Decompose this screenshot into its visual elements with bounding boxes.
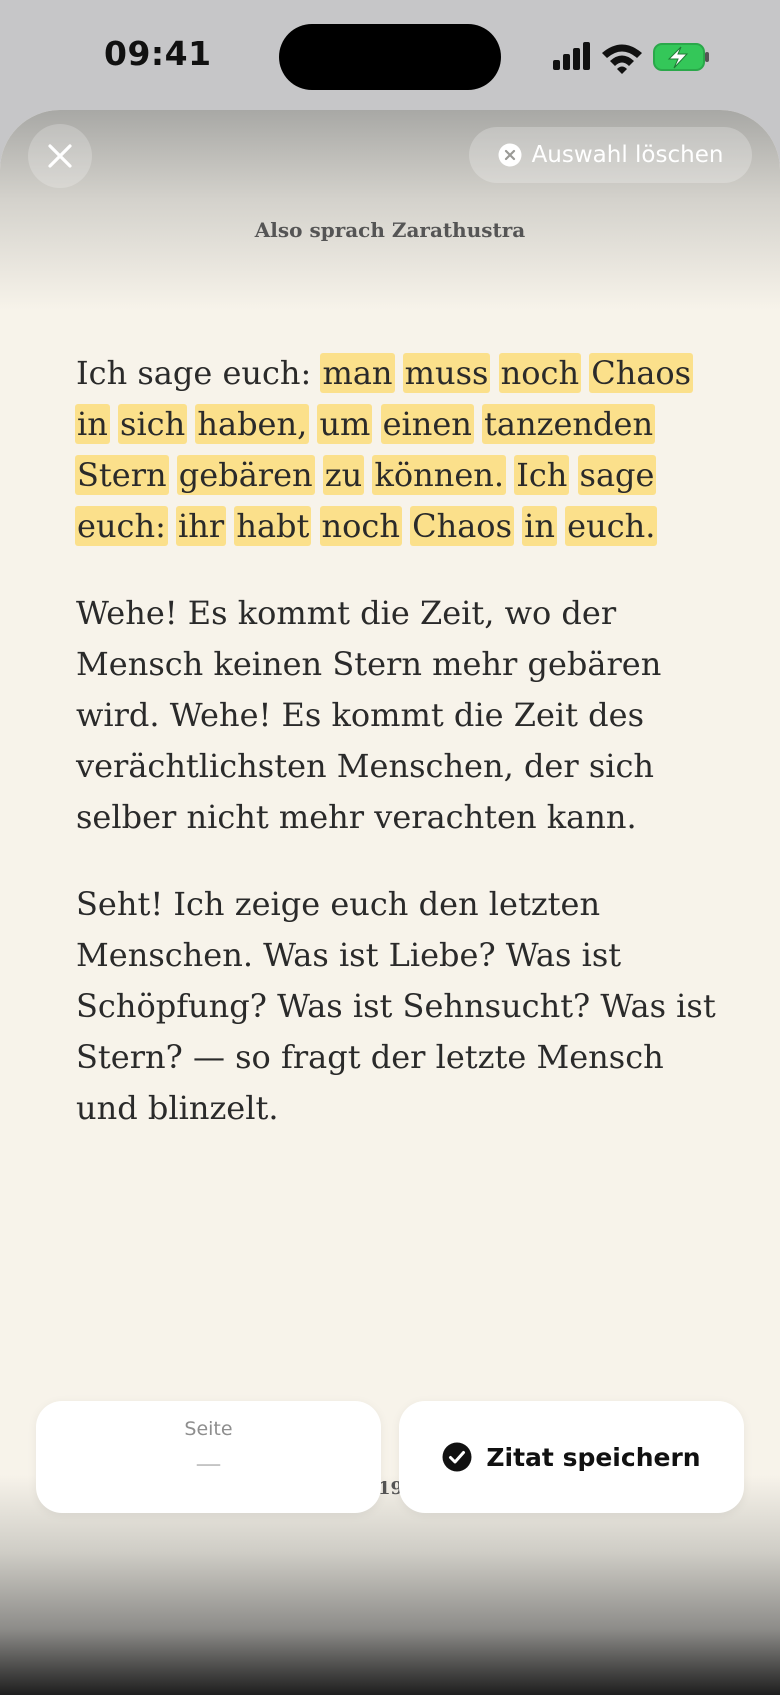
highlighted-word[interactable]: Chaos (589, 353, 694, 393)
highlighted-word[interactable]: sage (577, 455, 657, 495)
highlighted-word[interactable]: muss (402, 353, 491, 393)
paragraph-3[interactable]: Seht! Ich zeige euch den letzten Mensche… (76, 879, 716, 1134)
highlighted-word[interactable]: euch: (75, 506, 168, 546)
highlighted-word[interactable]: zu (322, 455, 365, 495)
save-quote-label: Zitat speichern (486, 1442, 701, 1472)
status-icons (553, 42, 709, 74)
highlighted-word[interactable]: sich (118, 404, 188, 444)
highlighted-word[interactable]: tanzenden (482, 404, 656, 444)
highlighted-word[interactable]: haben, (195, 404, 310, 444)
status-bar: 09:41 (0, 0, 780, 110)
check-circle-icon (442, 1442, 472, 1472)
highlighted-word[interactable]: können. (372, 455, 507, 495)
close-icon (48, 144, 72, 168)
highlighted-word[interactable]: in (75, 404, 110, 444)
highlighted-word[interactable]: man (320, 353, 395, 393)
highlighted-word[interactable]: gebären (176, 455, 315, 495)
page-input[interactable]: Seite — (36, 1401, 381, 1513)
paragraph-1-plain: Ich sage euch: (76, 354, 322, 392)
reading-text[interactable]: Ich sage euch: man muss noch Chaos in si… (75, 348, 716, 1170)
paragraph-2[interactable]: Wehe! Es kommt die Zeit, wo der Mensch k… (76, 588, 716, 843)
clear-selection-button[interactable]: Auswahl löschen (469, 127, 752, 183)
highlighted-word[interactable]: Chaos (410, 506, 514, 546)
highlighted-word[interactable]: in (522, 506, 557, 546)
battery-charging-icon (653, 43, 709, 71)
highlighted-word[interactable]: Stern (75, 455, 169, 495)
page-label: Seite (184, 1418, 233, 1440)
signal-icon (553, 42, 590, 70)
wifi-icon (602, 44, 642, 74)
clear-selection-label: Auswahl löschen (531, 142, 724, 168)
highlighted-word[interactable]: Ich (514, 455, 570, 495)
highlighted-word[interactable]: um (317, 404, 373, 444)
save-quote-button[interactable]: Zitat speichern (399, 1401, 744, 1513)
highlighted-word[interactable]: einen (380, 404, 474, 444)
dynamic-island (279, 24, 501, 90)
paragraph-1[interactable]: Ich sage euch: man muss noch Chaos in si… (75, 348, 716, 552)
highlighted-word[interactable]: noch (498, 353, 582, 393)
highlighted-word[interactable]: euch. (565, 506, 658, 546)
book-title: Also sprach Zarathustra (254, 218, 526, 242)
highlighted-word[interactable]: ihr (176, 506, 227, 546)
status-time: 09:41 (104, 34, 212, 73)
clear-circle-icon (498, 143, 522, 167)
highlighted-word[interactable]: noch (319, 506, 402, 546)
page-placeholder: — (195, 1449, 222, 1479)
highlighted-word[interactable]: habt (234, 506, 312, 546)
close-button[interactable] (28, 124, 92, 188)
